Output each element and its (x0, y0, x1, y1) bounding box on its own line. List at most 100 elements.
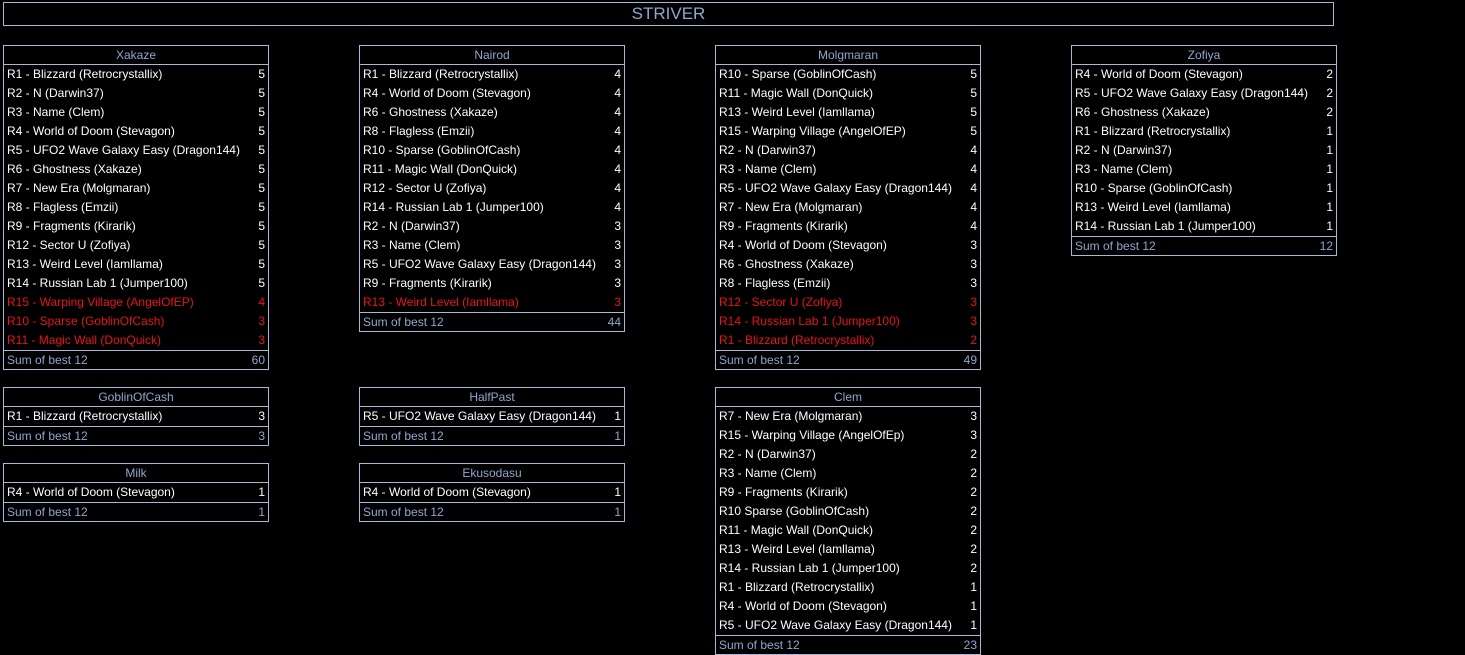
level-name: R1 - Blizzard (Retrocrystallix) (1075, 124, 1231, 138)
sum-row: Sum of best 12 1 (360, 502, 624, 521)
player-panel-halfpast: HalfPast R5 - UFO2 Wave Galaxy Easy (Drag… (359, 387, 625, 446)
player-panel-milk: Milk R4 - World of Doom (Stevagon) 1 Sum of… (3, 463, 269, 522)
score-row: R1 - Blizzard (Retrocrystallix) 4 (360, 65, 624, 84)
level-name: R5 - UFO2 Wave Galaxy Easy (Dragon144) (1075, 86, 1308, 100)
level-score: 5 (970, 86, 977, 100)
score-row: R6 - Ghostness (Xakaze) 3 (716, 255, 980, 274)
player-name: Nairod (360, 46, 624, 65)
score-row: R10 - Sparse (GoblinOfCash) 5 (716, 65, 980, 84)
level-name: R5 - UFO2 Wave Galaxy Easy (Dragon144) (363, 409, 596, 423)
level-name: R11 - Magic Wall (DonQuick) (719, 523, 874, 537)
score-row: R5 - UFO2 Wave Galaxy Easy (Dragon144) 1 (360, 407, 624, 426)
player-name: Zofiya (1072, 46, 1336, 65)
level-score: 5 (258, 257, 265, 271)
level-name: R6 - Ghostness (Xakaze) (1075, 105, 1210, 119)
level-name: R5 - UFO2 Wave Galaxy Easy (Dragon144) (363, 257, 596, 271)
level-score: 2 (970, 333, 977, 347)
level-name: R4 - World of Doom (Stevagon) (363, 86, 531, 100)
score-row: R12 - Sector U (Zofiya) 5 (4, 236, 268, 255)
level-name: R13 - Weird Level (Iamllama) (1075, 200, 1231, 214)
score-row: R9 - Fragments (Kirarik) 3 (360, 274, 624, 293)
sum-label: Sum of best 12 (363, 429, 444, 443)
level-name: R7 - New Era (Molgmaran) (719, 409, 863, 423)
level-score: 2 (970, 542, 977, 556)
score-row: R7 - New Era (Molgmaran) 5 (4, 179, 268, 198)
level-score: 3 (970, 428, 977, 442)
level-name: R4 - World of Doom (Stevagon) (719, 238, 887, 252)
score-row: R13 - Weird Level (Iamllama) 2 (716, 540, 980, 559)
sum-value: 60 (251, 353, 265, 367)
player-panel-zofiya: Zofiya R4 - World of Doom (Stevagon) 2 R5 -… (1071, 45, 1337, 256)
score-row: R3 - Name (Clem) 3 (360, 236, 624, 255)
level-score: 5 (258, 124, 265, 138)
level-name: R13 - Weird Level (Iamllama) (363, 295, 519, 309)
score-row: R4 - World of Doom (Stevagon) 3 (716, 236, 980, 255)
sum-label: Sum of best 12 (7, 353, 88, 367)
level-name: R9 - Fragments (Kirarik) (7, 219, 136, 233)
level-score: 2 (970, 561, 977, 575)
score-row: R9 - Fragments (Kirarik) 2 (716, 483, 980, 502)
score-row: R2 - N (Darwin37) 2 (716, 445, 980, 464)
level-score: 1 (1326, 219, 1333, 233)
score-row: R13 - Weird Level (Iamllama) 5 (4, 255, 268, 274)
score-row: R5 - UFO2 Wave Galaxy Easy (Dragon144) 1 (716, 616, 980, 635)
score-row: R11 - Magic Wall (DonQuick) 5 (716, 84, 980, 103)
score-row: R13 - Weird Level (Iamllama) 5 (716, 103, 980, 122)
level-score: 2 (1326, 105, 1333, 119)
sum-row: Sum of best 12 1 (360, 426, 624, 445)
level-name: R3 - Name (Clem) (7, 105, 105, 119)
level-score: 4 (614, 162, 621, 176)
level-score: 5 (970, 105, 977, 119)
level-score: 3 (970, 314, 977, 328)
player-panel-xakaze: Xakaze R1 - Blizzard (Retrocrystallix) 5 R2… (3, 45, 269, 370)
level-score: 5 (970, 67, 977, 81)
level-score: 3 (970, 238, 977, 252)
level-name: R2 - N (Darwin37) (363, 219, 460, 233)
level-name: R13 - Weird Level (Iamllama) (719, 542, 875, 556)
level-score: 5 (258, 276, 265, 290)
sum-label: Sum of best 12 (7, 505, 88, 519)
level-score: 4 (970, 219, 977, 233)
level-score: 3 (614, 257, 621, 271)
sum-row: Sum of best 12 49 (716, 350, 980, 369)
level-score: 1 (1326, 143, 1333, 157)
sum-value: 1 (258, 505, 265, 519)
sum-label: Sum of best 12 (363, 505, 444, 519)
level-score: 1 (1326, 200, 1333, 214)
player-name: Molgmaran (716, 46, 980, 65)
level-score: 2 (1326, 86, 1333, 100)
level-name: R1 - Blizzard (Retrocrystallix) (719, 333, 875, 347)
level-score: 5 (258, 105, 265, 119)
score-row: R1 - Blizzard (Retrocrystallix) 3 (4, 407, 268, 426)
level-score: 1 (970, 618, 977, 632)
score-row: R10 - Sparse (GoblinOfCash) 4 (360, 141, 624, 160)
score-row: R5 - UFO2 Wave Galaxy Easy (Dragon144) 4 (716, 179, 980, 198)
level-score: 2 (970, 447, 977, 461)
dropped-score-row: R14 - Russian Lab 1 (Jumper100) 3 (716, 312, 980, 331)
score-row: R5 - UFO2 Wave Galaxy Easy (Dragon144) 3 (360, 255, 624, 274)
player-panel-goblinofcash: GoblinOfCash R1 - Blizzard (Retrocrystall… (3, 387, 269, 446)
score-row: R15 - Warping Village (AngelOfEP) 5 (716, 122, 980, 141)
level-name: R4 - World of Doom (Stevagon) (719, 599, 887, 613)
level-name: R12 - Sector U (Zofiya) (719, 295, 843, 309)
level-name: R6 - Ghostness (Xakaze) (7, 162, 142, 176)
level-name: R1 - Blizzard (Retrocrystallix) (363, 67, 519, 81)
level-name: R3 - Name (Clem) (719, 162, 817, 176)
sum-label: Sum of best 12 (719, 353, 800, 367)
player-name: Clem (716, 388, 980, 407)
level-name: R10 - Sparse (GoblinOfCash) (7, 314, 165, 328)
player-name: GoblinOfCash (4, 388, 268, 407)
sum-label: Sum of best 12 (1075, 239, 1156, 253)
level-name: R11 - Magic Wall (DonQuick) (719, 86, 874, 100)
score-row: R7 - New Era (Molgmaran) 3 (716, 407, 980, 426)
score-row: R15 - Warping Village (AngelOfEp) 3 (716, 426, 980, 445)
score-row: R2 - N (Darwin37) 3 (360, 217, 624, 236)
score-row: R14 - Russian Lab 1 (Jumper100) 4 (360, 198, 624, 217)
sum-value: 12 (1319, 239, 1333, 253)
level-name: R8 - Flagless (Emzii) (363, 124, 475, 138)
level-score: 4 (970, 181, 977, 195)
level-score: 3 (614, 276, 621, 290)
level-name: R2 - N (Darwin37) (719, 143, 816, 157)
level-name: R6 - Ghostness (Xakaze) (363, 105, 498, 119)
level-score: 1 (1326, 181, 1333, 195)
